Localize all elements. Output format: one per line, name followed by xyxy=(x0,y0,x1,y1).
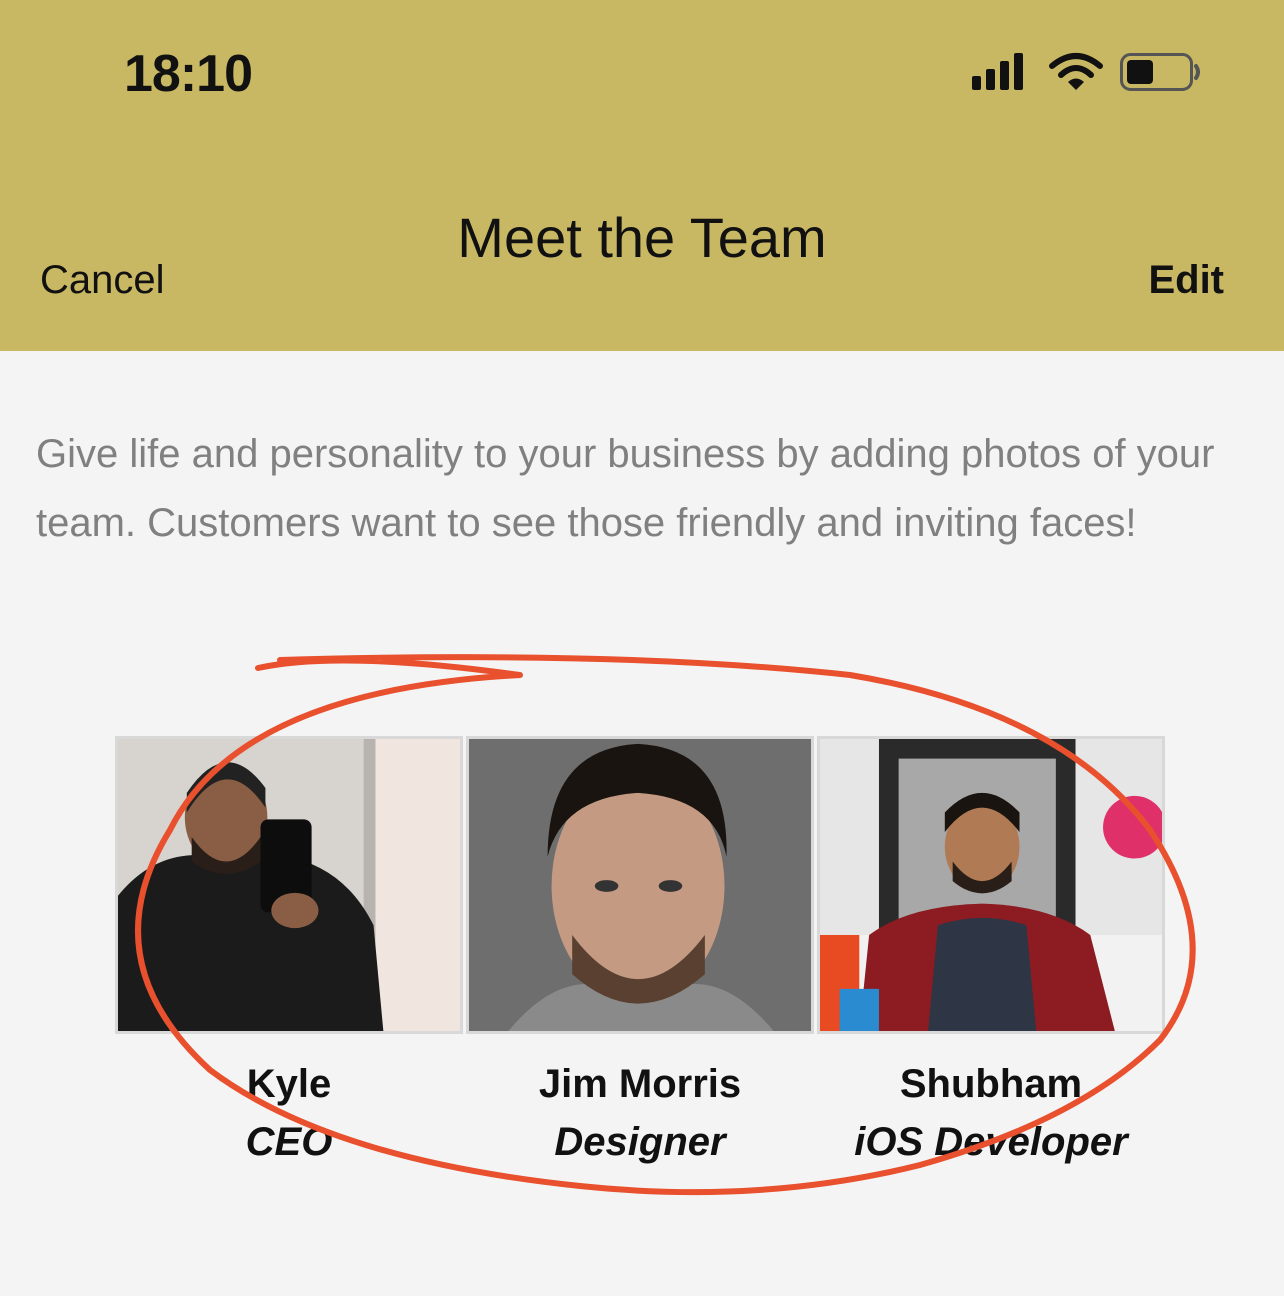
description-text: Give life and personality to your busine… xyxy=(36,432,1215,545)
page-title: Meet the Team xyxy=(457,206,827,269)
team-member-role: iOS Developer xyxy=(854,1120,1128,1164)
person-photo-icon xyxy=(118,739,460,1031)
team-member-role: CEO xyxy=(245,1120,333,1164)
screen: 18:10 Meet the Team Cancel Edit Give lif… xyxy=(0,0,1284,1296)
team-member-photo[interactable] xyxy=(115,736,463,1034)
header: 18:10 Meet the Team Cancel Edit xyxy=(0,0,1284,351)
team-member-photo[interactable] xyxy=(817,736,1165,1034)
team-member-photo[interactable] xyxy=(466,736,814,1034)
edit-button[interactable]: Edit xyxy=(1148,258,1224,303)
team-member-name: Jim Morris xyxy=(538,1062,742,1106)
battery-icon xyxy=(1120,53,1200,91)
person-photo-icon xyxy=(469,739,811,1031)
status-time: 18:10 xyxy=(124,45,253,103)
signal-icon xyxy=(972,53,1023,90)
team-member-role: Designer xyxy=(554,1120,726,1164)
team-member-name: Shubham xyxy=(899,1062,1083,1106)
team-member-name: Kyle xyxy=(246,1062,332,1106)
cancel-button[interactable]: Cancel xyxy=(40,258,165,303)
wifi-icon xyxy=(1049,53,1103,90)
person-photo-icon xyxy=(820,739,1162,1031)
status-icons xyxy=(972,53,1200,91)
